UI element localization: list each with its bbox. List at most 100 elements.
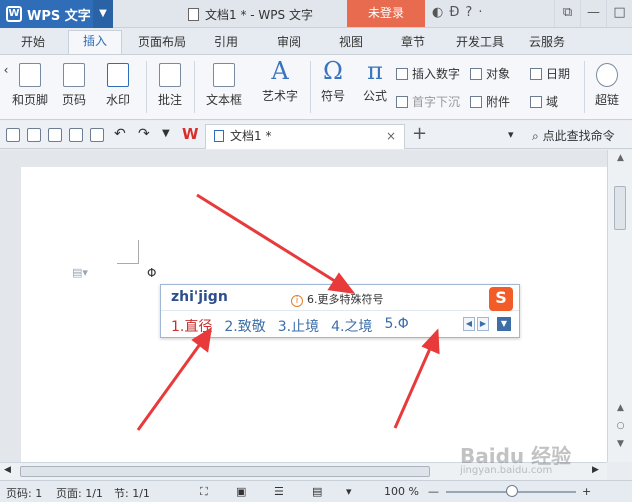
status-page-number: 页码: 1 <box>6 487 43 500</box>
tab-view[interactable]: 视图 <box>330 32 372 54</box>
new-tab-icon[interactable]: + <box>412 123 427 144</box>
ime-more-symbols-hint[interactable]: i 6.更多特殊符号 <box>291 291 384 307</box>
page-number-icon <box>63 63 85 87</box>
ribbon-divider <box>584 61 585 113</box>
export-pdf-icon[interactable] <box>48 128 62 142</box>
attachment-button[interactable]: 附件 <box>470 93 510 110</box>
pi-icon: π <box>367 57 383 85</box>
print-icon[interactable] <box>69 128 83 142</box>
art-text-icon: A <box>271 57 289 85</box>
quick-access-bar: ↶ ↷ ▼ W 文档1 * × + ▾ ⌕ 点此查找命令 <box>0 121 632 149</box>
web-view-icon[interactable]: ▤ <box>312 485 322 498</box>
save-icon[interactable] <box>27 128 41 142</box>
open-folder-icon[interactable] <box>6 128 20 142</box>
restore-icon[interactable]: ⧉ <box>554 0 580 27</box>
more-icon[interactable]: · <box>478 5 482 20</box>
watermark-button[interactable]: 水印 <box>98 63 138 108</box>
object-button[interactable]: 对象 <box>470 65 510 82</box>
outline-view-icon[interactable]: ☰ <box>274 485 284 498</box>
next-page-icon[interactable]: ▼ <box>614 438 627 451</box>
maximize-icon[interactable]: □ <box>606 0 632 27</box>
zoom-level[interactable]: 100 % <box>384 485 419 498</box>
insert-number-button[interactable]: 插入数字 <box>396 65 460 82</box>
skin-icon[interactable]: ◐ <box>432 5 443 20</box>
page-view-icon[interactable]: ▣ <box>236 485 246 498</box>
comment-icon <box>159 63 181 87</box>
field-button[interactable]: 域 <box>530 93 558 110</box>
prev-page-icon[interactable]: ▲ <box>614 402 627 415</box>
formula-button[interactable]: π 公式 <box>358 57 392 104</box>
info-icon: i <box>291 295 303 307</box>
header-footer-button[interactable]: 和页脚 <box>10 63 50 108</box>
redo-icon[interactable]: ↷ <box>138 126 150 142</box>
ime-candidate-4[interactable]: 4.之境 <box>331 316 372 336</box>
date-button[interactable]: 日期 <box>530 65 570 82</box>
zoom-slider-thumb[interactable] <box>506 485 518 497</box>
undo-icon[interactable]: ↶ <box>114 126 126 142</box>
scroll-thumb[interactable] <box>614 186 626 230</box>
full-screen-icon[interactable]: ⛶ <box>200 485 208 499</box>
tab-cloud[interactable]: 云服务 <box>522 32 572 54</box>
title-toolbar: ◐ Ð ? · <box>432 5 482 20</box>
vertical-scrollbar[interactable]: ▲ ▲ ○ ▼ <box>607 150 632 462</box>
command-search[interactable]: ⌕ 点此查找命令 <box>532 127 615 144</box>
help-icon[interactable]: ? <box>465 5 472 20</box>
scroll-left-icon[interactable]: ◀ <box>4 465 11 475</box>
zoom-out-icon[interactable]: — <box>428 485 439 498</box>
ribbon-divider <box>310 61 311 113</box>
app-menu-button[interactable]: W WPS 文字 ▼ <box>0 0 113 28</box>
annotation-button[interactable]: 批注 <box>152 63 188 108</box>
wps-red-logo-icon[interactable]: W <box>182 125 199 143</box>
ribbon-scroll-left-icon[interactable]: ‹ <box>2 63 10 77</box>
reading-view-icon[interactable]: ▾ <box>346 485 352 498</box>
ime-prev-page-icon[interactable]: ◀ <box>463 317 475 331</box>
ime-candidate-5[interactable]: 5.Φ <box>384 316 408 336</box>
minimize-icon[interactable]: — <box>580 0 606 27</box>
ime-candidate-list: 1.直径 2.致敬 3.止境 4.之境 5.Φ <box>171 316 409 336</box>
ime-candidate-3[interactable]: 3.止境 <box>278 316 319 336</box>
paragraph-handle-icon[interactable]: ▤▾ <box>72 266 88 279</box>
tab-developer[interactable]: 开发工具 <box>450 32 510 54</box>
tab-list-icon[interactable]: ▾ <box>508 128 514 141</box>
ime-expand-icon[interactable]: ▼ <box>497 317 511 331</box>
status-pages: 页面: 1/1 <box>56 487 103 500</box>
print-preview-icon[interactable] <box>90 128 104 142</box>
login-button[interactable]: 未登录 <box>347 0 425 27</box>
close-tab-icon[interactable]: × <box>386 125 396 147</box>
tab-chapter[interactable]: 章节 <box>392 32 434 54</box>
ribbon-divider <box>146 61 147 113</box>
ime-page-nav: ◀ ▶ <box>463 317 489 331</box>
page-number-button[interactable]: 页码 <box>56 63 92 108</box>
symbol-button[interactable]: Ω 符号 <box>316 57 350 104</box>
tab-document1[interactable]: 文档1 * × <box>205 124 405 149</box>
cursor-phi-glyph: Φ <box>147 266 157 280</box>
hyperlink-button[interactable]: 超链 <box>590 63 624 108</box>
tab-page-layout[interactable]: 页面布局 <box>130 32 194 54</box>
textbox-button[interactable]: 文本框 <box>200 63 248 108</box>
tab-references[interactable]: 引用 <box>205 32 247 54</box>
window-title: 文档1 * - WPS 文字 <box>188 6 313 23</box>
wps-logo-icon: W <box>6 6 22 22</box>
tab-insert[interactable]: 插入 <box>68 30 122 54</box>
feedback-icon[interactable]: Ð <box>449 5 459 20</box>
ime-candidate-2[interactable]: 2.致敬 <box>224 316 265 336</box>
drop-cap-button[interactable]: 首字下沉 <box>396 93 460 110</box>
scroll-right-icon[interactable]: ▶ <box>592 465 599 475</box>
ime-next-page-icon[interactable]: ▶ <box>477 317 489 331</box>
art-text-button[interactable]: A 艺术字 <box>254 57 306 104</box>
tab-review[interactable]: 审阅 <box>268 32 310 54</box>
scroll-up-icon[interactable]: ▲ <box>614 152 627 165</box>
h-scroll-thumb[interactable] <box>20 466 430 477</box>
chevron-down-icon[interactable]: ▼ <box>93 0 113 28</box>
header-footer-icon <box>19 63 41 87</box>
zoom-in-icon[interactable]: + <box>582 485 591 498</box>
ime-candidate-window: zhi'jign i 6.更多特殊符号 S 1.直径 2.致敬 3.止境 4.之境… <box>160 284 520 338</box>
customize-caret-icon[interactable]: ▼ <box>162 128 170 139</box>
textbox-icon <box>213 63 235 87</box>
select-browse-icon[interactable]: ○ <box>614 420 627 433</box>
ime-candidate-1[interactable]: 1.直径 <box>171 316 212 336</box>
tab-home[interactable]: 开始 <box>8 32 58 54</box>
sogou-logo-icon: S <box>489 287 513 311</box>
window-controls: ⧉ — □ <box>554 0 632 27</box>
ime-pinyin-input[interactable]: zhi'jign <box>171 289 228 305</box>
